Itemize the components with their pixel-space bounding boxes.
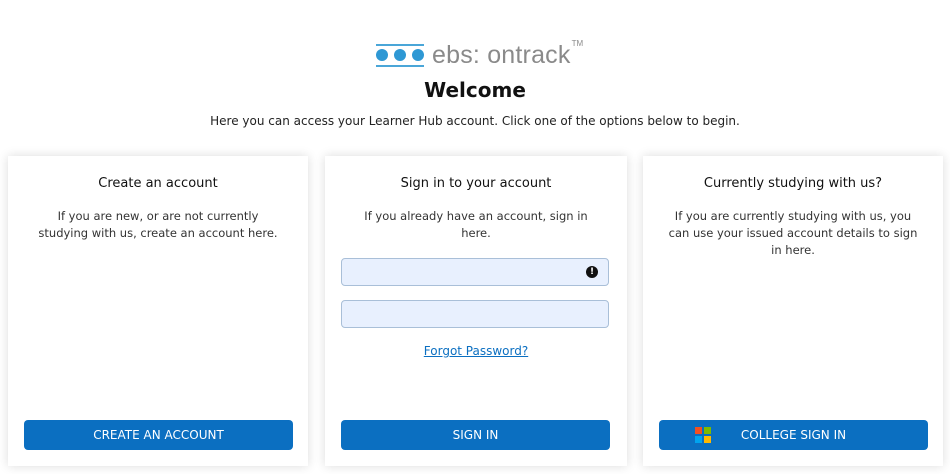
sign-in-button[interactable]: SIGN IN	[341, 420, 610, 450]
sign-in-description: If you already have an account, sign in …	[364, 209, 588, 240]
college-sign-in-button[interactable]: COLLEGE SIGN IN	[659, 420, 928, 450]
create-account-title: Create an account	[98, 176, 218, 191]
username-input[interactable]: !	[341, 258, 609, 286]
sign-in-title: Sign in to your account	[400, 176, 552, 191]
page-subtitle: Here you can access your Learner Hub acc…	[210, 114, 740, 128]
sign-in-card: Sign in to your account If you already h…	[325, 156, 627, 466]
create-account-description: If you are new, or are not currently stu…	[38, 209, 278, 240]
college-description: If you are currently studying with us, y…	[668, 209, 918, 257]
password-input[interactable]	[341, 300, 609, 328]
college-title: Currently studying with us?	[703, 176, 883, 191]
college-sign-in-label: COLLEGE SIGN IN	[740, 428, 847, 442]
logo-text: ebs: ontrack	[432, 40, 571, 69]
exclamation-circle-icon: !	[586, 266, 598, 278]
college-card: Currently studying with us? If you are c…	[643, 156, 943, 466]
brand-logo: ebs: ontrack TM	[376, 38, 583, 72]
three-dots-logo-icon	[376, 40, 424, 70]
create-account-button[interactable]: CREATE AN ACCOUNT	[24, 420, 293, 450]
logo-trademark: TM	[571, 38, 584, 48]
page-title: Welcome	[424, 78, 526, 102]
forgot-password-link[interactable]: Forgot Password?	[325, 344, 627, 358]
microsoft-logo-icon	[695, 427, 711, 443]
create-account-card: Create an account If you are new, or are…	[8, 156, 308, 466]
